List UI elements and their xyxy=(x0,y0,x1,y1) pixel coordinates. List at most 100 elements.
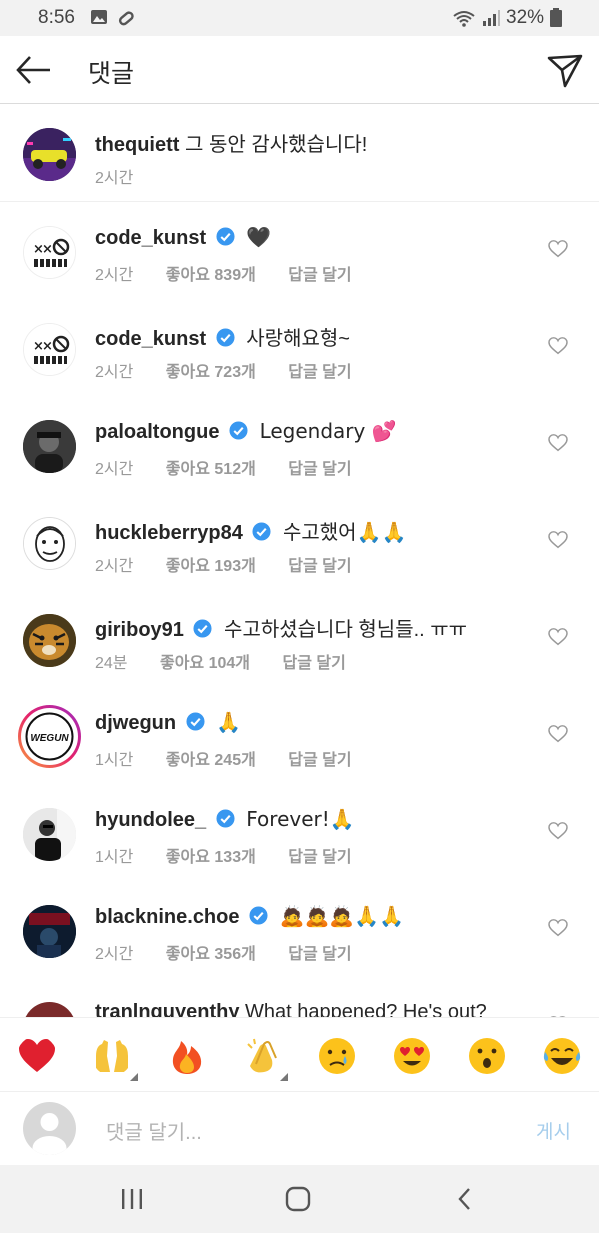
comment-input[interactable]: 댓글 달기... xyxy=(106,1116,202,1145)
like-count[interactable]: 좋아요 512개 xyxy=(166,461,256,478)
avatar[interactable] xyxy=(23,128,76,181)
caption-text: 그 동안 감사했습니다! xyxy=(185,134,368,156)
avatar-story-ring[interactable]: WEGUN xyxy=(18,705,81,768)
quick-reaction-bar xyxy=(0,1017,599,1091)
like-count[interactable]: 좋아요 104개 xyxy=(160,655,250,672)
crying-face-reaction-icon[interactable] xyxy=(317,1036,357,1076)
gallery-notification-icon xyxy=(91,10,107,24)
comment-text-line: code_kunst 사랑해요형~ xyxy=(95,322,350,351)
comment-text: 🖤 xyxy=(246,225,272,249)
post-button[interactable]: 게시 xyxy=(536,1117,571,1144)
comment-text: 🙇🙇🙇🙏🙏 xyxy=(279,904,405,928)
username[interactable]: code_kunst xyxy=(95,328,206,350)
verified-badge-icon xyxy=(193,619,213,638)
avatar[interactable] xyxy=(23,1002,76,1017)
reply-button[interactable]: 답글 달기 xyxy=(288,364,351,381)
reply-button[interactable]: 답글 달기 xyxy=(288,946,351,963)
username[interactable]: hyundolee_ xyxy=(95,809,206,831)
like-heart-icon[interactable] xyxy=(548,919,568,937)
status-bar: 8:56 32% xyxy=(0,0,599,36)
avatar[interactable] xyxy=(23,905,76,958)
back-arrow-icon[interactable] xyxy=(14,52,54,88)
avatar[interactable] xyxy=(23,420,76,473)
avatar[interactable] xyxy=(23,614,76,667)
svg-text:×: × xyxy=(42,339,53,354)
verified-badge-icon xyxy=(216,227,235,246)
verified-badge-icon xyxy=(249,906,268,925)
fire-reaction-icon[interactable] xyxy=(167,1036,207,1076)
comment-meta: 2시간 좋아요 193개 답글 달기 xyxy=(95,552,380,576)
comment-meta: 1시간 좋아요 245개 답글 달기 xyxy=(95,746,380,770)
username[interactable]: djwegun xyxy=(95,712,176,734)
like-heart-icon[interactable] xyxy=(548,822,568,840)
comment-row: WEGUN djwegun 🙏 1시간 좋아요 245개 답글 달기 xyxy=(0,687,599,784)
post-caption: thequiett 그 동안 감사했습니다! 2시간 xyxy=(0,104,599,202)
tears-of-joy-face-reaction-icon[interactable] xyxy=(542,1036,582,1076)
comment-meta: 2시간 좋아요 839개 답글 달기 xyxy=(95,261,380,285)
comment-row: huckleberryp84 수고했어🙏🙏 2시간 좋아요 193개 답글 달기 xyxy=(0,493,599,590)
caption-text-line: thequiett 그 동안 감사했습니다! xyxy=(95,128,367,157)
recent-apps-icon[interactable] xyxy=(120,1187,144,1211)
username[interactable]: giriboy91 xyxy=(95,619,184,641)
reply-button[interactable]: 답글 달기 xyxy=(288,558,351,575)
comment-text-line: paloaltongue Legendary 💕 xyxy=(95,419,397,444)
verified-badge-icon xyxy=(186,712,205,731)
avatar[interactable]: × × xyxy=(23,226,76,279)
username[interactable]: blacknine.choe xyxy=(95,906,240,928)
wifi-icon xyxy=(453,11,475,27)
timestamp: 1시간 xyxy=(95,752,134,769)
avatar[interactable] xyxy=(23,808,76,861)
reply-button[interactable]: 답글 달기 xyxy=(282,655,345,672)
battery-percent: 32% xyxy=(506,7,545,28)
home-icon[interactable] xyxy=(285,1186,311,1212)
username[interactable]: huckleberryp84 xyxy=(95,522,243,544)
back-icon[interactable] xyxy=(455,1186,475,1212)
send-direct-icon[interactable] xyxy=(545,50,585,90)
like-count[interactable]: 좋아요 193개 xyxy=(166,558,256,575)
like-count[interactable]: 좋아요 723개 xyxy=(166,364,256,381)
like-heart-icon[interactable] xyxy=(548,725,568,743)
comment-meta: 2시간 좋아요 356개 답글 달기 xyxy=(95,940,380,964)
avatar: WEGUN xyxy=(24,711,75,762)
reply-button[interactable]: 답글 달기 xyxy=(288,267,351,284)
like-heart-icon[interactable] xyxy=(548,628,568,646)
current-user-avatar xyxy=(23,1102,76,1155)
like-count[interactable]: 좋아요 356개 xyxy=(166,946,256,963)
like-count[interactable]: 좋아요 245개 xyxy=(166,752,256,769)
heart-reaction-icon[interactable] xyxy=(17,1036,57,1076)
comment-row: giriboy91 수고하셨습니다 형님들.. ㅠㅠ 24분 좋아요 104개 … xyxy=(0,590,599,687)
comment-text-line: code_kunst 🖤 xyxy=(95,225,271,250)
heart-eyes-face-reaction-icon[interactable] xyxy=(392,1036,432,1076)
like-heart-icon[interactable] xyxy=(548,240,568,258)
comment-text: Forever!🙏 xyxy=(246,807,355,831)
reply-button[interactable]: 답글 달기 xyxy=(288,461,351,478)
like-heart-icon[interactable] xyxy=(548,337,568,355)
username[interactable]: tranlnguyenthy xyxy=(95,1001,239,1017)
comment-row: blacknine.choe 🙇🙇🙇🙏🙏 2시간 좋아요 356개 답글 달기 xyxy=(0,881,599,978)
clapping-hands-reaction-icon[interactable] xyxy=(242,1036,282,1076)
reply-button[interactable]: 답글 달기 xyxy=(288,752,351,769)
username[interactable]: paloaltongue xyxy=(95,421,219,443)
surprised-face-reaction-icon[interactable] xyxy=(467,1036,507,1076)
verified-badge-icon xyxy=(216,328,235,347)
like-count[interactable]: 좋아요 839개 xyxy=(166,267,256,284)
like-heart-icon[interactable] xyxy=(548,434,568,452)
reply-button[interactable]: 답글 달기 xyxy=(288,849,351,866)
comment-text-line: huckleberryp84 수고했어🙏🙏 xyxy=(95,516,406,545)
verified-badge-icon xyxy=(229,421,248,440)
verified-badge-icon xyxy=(216,809,235,828)
like-heart-icon[interactable] xyxy=(548,531,568,549)
avatar[interactable] xyxy=(23,517,76,570)
username[interactable]: code_kunst xyxy=(95,227,206,249)
like-count[interactable]: 좋아요 133개 xyxy=(166,849,256,866)
battery-icon xyxy=(550,8,562,27)
avatar[interactable]: × × xyxy=(23,323,76,376)
timestamp: 2시간 xyxy=(95,558,134,575)
timestamp: 2시간 xyxy=(95,364,134,381)
username[interactable]: thequiett xyxy=(95,134,179,156)
comment-input-bar: 댓글 달기... 게시 xyxy=(0,1091,599,1165)
timestamp: 24분 xyxy=(95,655,128,672)
system-nav-bar xyxy=(0,1165,599,1233)
raised-hands-reaction-icon[interactable] xyxy=(92,1036,132,1076)
comment-text-line: hyundolee_ Forever!🙏 xyxy=(95,807,355,832)
